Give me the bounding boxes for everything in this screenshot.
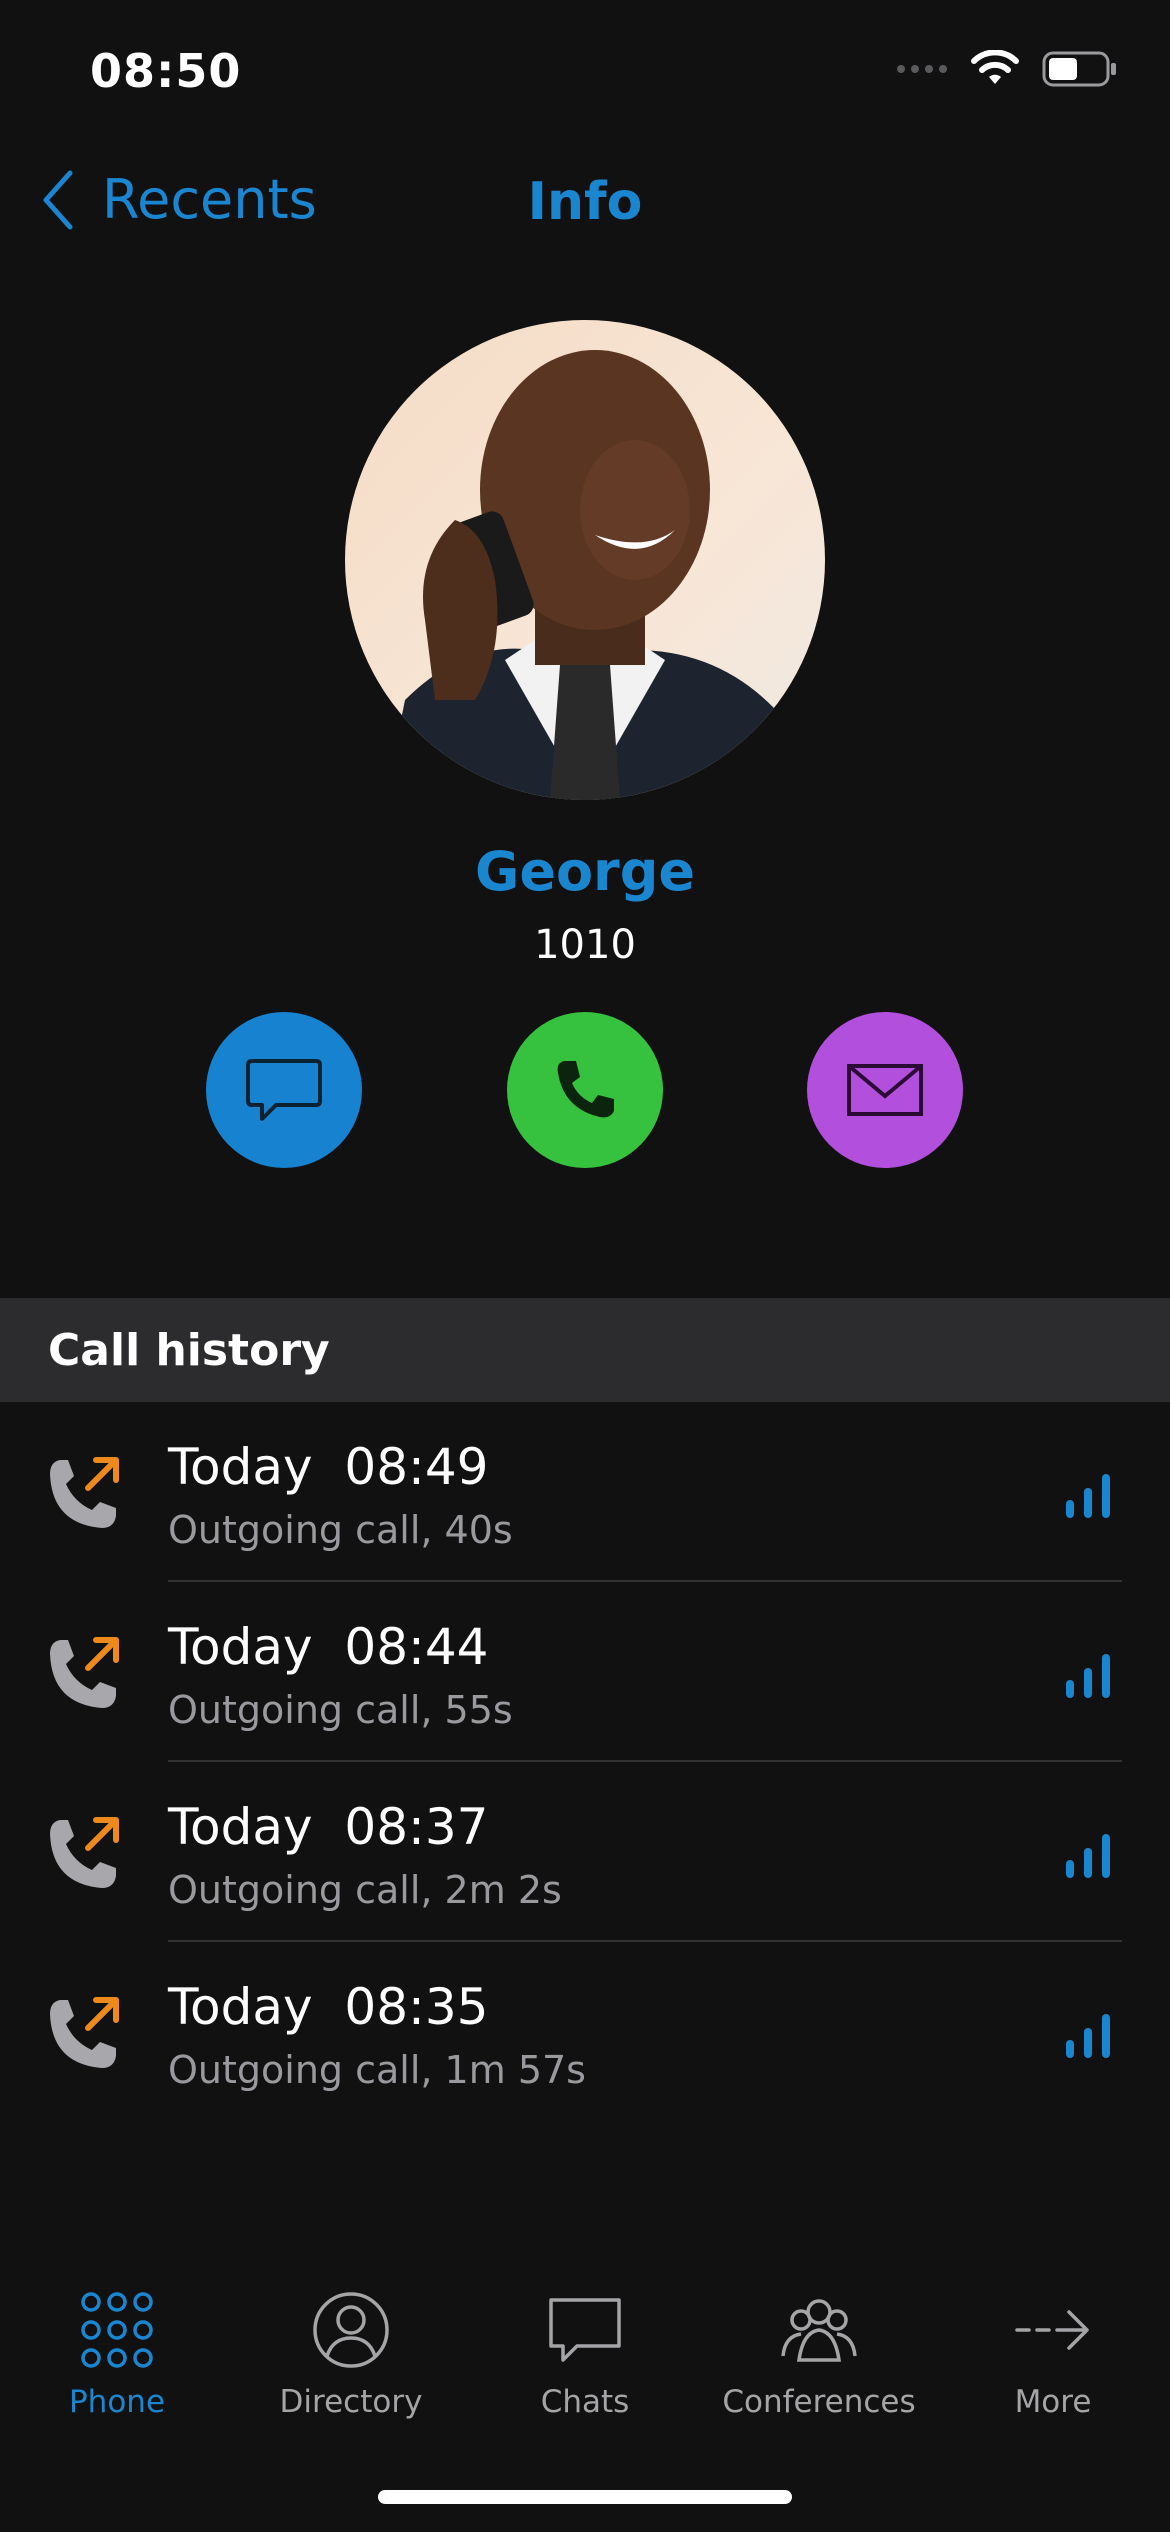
tab-more[interactable]: More [936, 2290, 1170, 2450]
call-details: Outgoing call, 40s [168, 1508, 513, 1552]
email-button[interactable] [807, 1012, 963, 1168]
contact-name: George [475, 840, 695, 903]
call-history-row[interactable]: Today 08:44 Outgoing call, 55s [0, 1582, 1170, 1762]
battery-icon [1042, 51, 1116, 87]
call-quality-icon [1066, 2014, 1110, 2058]
tab-label: Chats [540, 2384, 630, 2420]
tab-directory[interactable]: Directory [234, 2290, 468, 2450]
keypad-icon [81, 2292, 153, 2368]
outgoing-call-icon [50, 1817, 119, 1888]
call-quality-icon [1066, 1474, 1110, 1518]
outgoing-call-icon [50, 1637, 119, 1708]
tab-bar: Phone Directory Chats Conferences More [0, 2290, 1170, 2450]
call-button[interactable] [507, 1012, 663, 1168]
contact-info-screen: 08:50 Recents Info George 1010 Call hist… [0, 0, 1170, 2532]
call-history-row[interactable]: Today 08:37 Outgoing call, 2m 2s [0, 1762, 1170, 1942]
home-indicator[interactable] [378, 2490, 792, 2504]
chat-icon [246, 1059, 322, 1121]
person-icon [313, 2292, 389, 2368]
status-icons [896, 50, 1118, 88]
group-icon [781, 2299, 857, 2362]
page-title: Info [527, 172, 643, 232]
call-quality-icon [1066, 1834, 1110, 1878]
outgoing-call-icon [50, 1457, 119, 1528]
arrow-right-icon [1015, 2310, 1089, 2350]
tab-label: More [1014, 2384, 1092, 2420]
mail-icon [847, 1064, 923, 1116]
tab-label: Conferences [722, 2384, 916, 2420]
tab-label: Directory [279, 2384, 423, 2420]
call-time: Today 08:35 [168, 1978, 489, 2036]
call-quality-icon [1066, 1654, 1110, 1698]
call-time: Today 08:37 [168, 1798, 489, 1856]
call-history-list: Today 08:49 Outgoing call, 40s Today 08:… [0, 1402, 1170, 2122]
status-time: 08:50 [90, 44, 242, 98]
call-time: Today 08:49 [168, 1438, 489, 1496]
tab-conferences[interactable]: Conferences [702, 2290, 936, 2450]
contact-extension: 1010 [534, 922, 636, 968]
call-time: Today 08:44 [168, 1618, 489, 1676]
phone-icon [557, 1061, 614, 1118]
wifi-icon [971, 50, 1019, 84]
call-details: Outgoing call, 2m 2s [168, 1868, 562, 1912]
chat-bubble-icon [549, 2298, 621, 2362]
call-history-row[interactable]: Today 08:35 Outgoing call, 1m 57s [0, 1942, 1170, 2122]
tab-phone[interactable]: Phone [0, 2290, 234, 2450]
call-details: Outgoing call, 55s [168, 1688, 513, 1732]
contact-avatar [345, 320, 825, 800]
chat-button[interactable] [206, 1012, 362, 1168]
call-details: Outgoing call, 1m 57s [168, 2048, 586, 2092]
signal-dots-icon [897, 65, 947, 73]
call-history-header: Call history [0, 1298, 1170, 1402]
tab-label: Phone [68, 2384, 166, 2420]
call-history-row[interactable]: Today 08:49 Outgoing call, 40s [0, 1402, 1170, 1582]
tab-chats[interactable]: Chats [468, 2290, 702, 2450]
outgoing-call-icon [50, 1997, 119, 2068]
